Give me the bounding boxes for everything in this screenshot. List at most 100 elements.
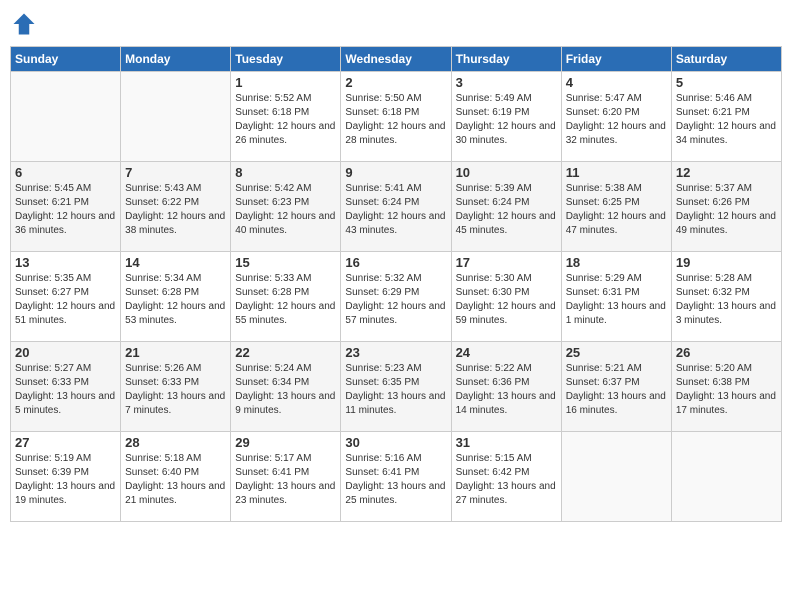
- day-number: 7: [125, 165, 226, 180]
- cell-content: Sunrise: 5:52 AM Sunset: 6:18 PM Dayligh…: [235, 92, 336, 148]
- calendar-cell: 5 Sunrise: 5:46 AM Sunset: 6:21 PM Daylig…: [671, 72, 781, 162]
- calendar-cell: 27 Sunrise: 5:19 AM Sunset: 6:39 PM Dayli…: [11, 432, 121, 522]
- calendar-cell: 28 Sunrise: 5:18 AM Sunset: 6:40 PM Dayli…: [121, 432, 231, 522]
- cell-content: Sunrise: 5:32 AM Sunset: 6:29 PM Dayligh…: [345, 272, 446, 328]
- calendar-cell: 13 Sunrise: 5:35 AM Sunset: 6:27 PM Dayli…: [11, 252, 121, 342]
- calendar-cell: 12 Sunrise: 5:37 AM Sunset: 6:26 PM Dayli…: [671, 162, 781, 252]
- day-number: 3: [456, 75, 557, 90]
- cell-content: Sunrise: 5:38 AM Sunset: 6:25 PM Dayligh…: [566, 182, 667, 238]
- week-row-5: 27 Sunrise: 5:19 AM Sunset: 6:39 PM Dayli…: [11, 432, 782, 522]
- cell-content: Sunrise: 5:45 AM Sunset: 6:21 PM Dayligh…: [15, 182, 116, 238]
- day-number: 25: [566, 345, 667, 360]
- cell-content: Sunrise: 5:34 AM Sunset: 6:28 PM Dayligh…: [125, 272, 226, 328]
- day-number: 13: [15, 255, 116, 270]
- day-header-friday: Friday: [561, 47, 671, 72]
- cell-content: Sunrise: 5:39 AM Sunset: 6:24 PM Dayligh…: [456, 182, 557, 238]
- calendar-cell: 20 Sunrise: 5:27 AM Sunset: 6:33 PM Dayli…: [11, 342, 121, 432]
- cell-content: Sunrise: 5:15 AM Sunset: 6:42 PM Dayligh…: [456, 452, 557, 508]
- day-number: 29: [235, 435, 336, 450]
- cell-content: Sunrise: 5:20 AM Sunset: 6:38 PM Dayligh…: [676, 362, 777, 418]
- calendar-cell: 3 Sunrise: 5:49 AM Sunset: 6:19 PM Daylig…: [451, 72, 561, 162]
- day-number: 5: [676, 75, 777, 90]
- calendar-cell: 8 Sunrise: 5:42 AM Sunset: 6:23 PM Daylig…: [231, 162, 341, 252]
- calendar-cell: [11, 72, 121, 162]
- day-header-saturday: Saturday: [671, 47, 781, 72]
- cell-content: Sunrise: 5:22 AM Sunset: 6:36 PM Dayligh…: [456, 362, 557, 418]
- calendar-cell: 29Sunrise: 5:17 AM Sunset: 6:41 PM Dayli…: [231, 432, 341, 522]
- week-row-1: 1Sunrise: 5:52 AM Sunset: 6:18 PM Daylig…: [11, 72, 782, 162]
- calendar-cell: 4 Sunrise: 5:47 AM Sunset: 6:20 PM Daylig…: [561, 72, 671, 162]
- week-row-2: 6Sunrise: 5:45 AM Sunset: 6:21 PM Daylig…: [11, 162, 782, 252]
- cell-content: Sunrise: 5:19 AM Sunset: 6:39 PM Dayligh…: [15, 452, 116, 508]
- day-header-tuesday: Tuesday: [231, 47, 341, 72]
- cell-content: Sunrise: 5:50 AM Sunset: 6:18 PM Dayligh…: [345, 92, 446, 148]
- calendar-cell: [671, 432, 781, 522]
- calendar-cell: [561, 432, 671, 522]
- day-number: 26: [676, 345, 777, 360]
- calendar-cell: 7 Sunrise: 5:43 AM Sunset: 6:22 PM Daylig…: [121, 162, 231, 252]
- cell-content: Sunrise: 5:29 AM Sunset: 6:31 PM Dayligh…: [566, 272, 667, 328]
- day-number: 9: [345, 165, 446, 180]
- cell-content: Sunrise: 5:35 AM Sunset: 6:27 PM Dayligh…: [15, 272, 116, 328]
- cell-content: Sunrise: 5:16 AM Sunset: 6:41 PM Dayligh…: [345, 452, 446, 508]
- day-number: 28: [125, 435, 226, 450]
- day-number: 2: [345, 75, 446, 90]
- day-number: 15: [235, 255, 336, 270]
- calendar-cell: 16 Sunrise: 5:32 AM Sunset: 6:29 PM Dayli…: [341, 252, 451, 342]
- day-number: 22: [235, 345, 336, 360]
- calendar-cell: 9 Sunrise: 5:41 AM Sunset: 6:24 PM Daylig…: [341, 162, 451, 252]
- cell-content: Sunrise: 5:43 AM Sunset: 6:22 PM Dayligh…: [125, 182, 226, 238]
- cell-content: Sunrise: 5:30 AM Sunset: 6:30 PM Dayligh…: [456, 272, 557, 328]
- day-number: 4: [566, 75, 667, 90]
- calendar-cell: 17 Sunrise: 5:30 AM Sunset: 6:30 PM Dayli…: [451, 252, 561, 342]
- calendar-cell: 19Sunrise: 5:28 AM Sunset: 6:32 PM Dayli…: [671, 252, 781, 342]
- cell-content: Sunrise: 5:24 AM Sunset: 6:34 PM Dayligh…: [235, 362, 336, 418]
- day-number: 19: [676, 255, 777, 270]
- day-number: 21: [125, 345, 226, 360]
- calendar-cell: 26 Sunrise: 5:20 AM Sunset: 6:38 PM Dayli…: [671, 342, 781, 432]
- cell-content: Sunrise: 5:18 AM Sunset: 6:40 PM Dayligh…: [125, 452, 226, 508]
- calendar-cell: 6Sunrise: 5:45 AM Sunset: 6:21 PM Daylig…: [11, 162, 121, 252]
- calendar-cell: 31 Sunrise: 5:15 AM Sunset: 6:42 PM Dayli…: [451, 432, 561, 522]
- day-header-thursday: Thursday: [451, 47, 561, 72]
- day-number: 30: [345, 435, 446, 450]
- day-headers-row: SundayMondayTuesdayWednesdayThursdayFrid…: [11, 47, 782, 72]
- cell-content: Sunrise: 5:49 AM Sunset: 6:19 PM Dayligh…: [456, 92, 557, 148]
- calendar-cell: 18 Sunrise: 5:29 AM Sunset: 6:31 PM Dayli…: [561, 252, 671, 342]
- week-row-3: 13 Sunrise: 5:35 AM Sunset: 6:27 PM Dayli…: [11, 252, 782, 342]
- day-number: 23: [345, 345, 446, 360]
- calendar-cell: 11Sunrise: 5:38 AM Sunset: 6:25 PM Dayli…: [561, 162, 671, 252]
- cell-content: Sunrise: 5:26 AM Sunset: 6:33 PM Dayligh…: [125, 362, 226, 418]
- cell-content: Sunrise: 5:23 AM Sunset: 6:35 PM Dayligh…: [345, 362, 446, 418]
- calendar-cell: 25Sunrise: 5:21 AM Sunset: 6:37 PM Dayli…: [561, 342, 671, 432]
- cell-content: Sunrise: 5:33 AM Sunset: 6:28 PM Dayligh…: [235, 272, 336, 328]
- day-number: 18: [566, 255, 667, 270]
- day-number: 8: [235, 165, 336, 180]
- day-header-wednesday: Wednesday: [341, 47, 451, 72]
- day-number: 16: [345, 255, 446, 270]
- day-number: 20: [15, 345, 116, 360]
- day-number: 31: [456, 435, 557, 450]
- day-number: 17: [456, 255, 557, 270]
- cell-content: Sunrise: 5:42 AM Sunset: 6:23 PM Dayligh…: [235, 182, 336, 238]
- calendar-cell: [121, 72, 231, 162]
- cell-content: Sunrise: 5:37 AM Sunset: 6:26 PM Dayligh…: [676, 182, 777, 238]
- day-number: 10: [456, 165, 557, 180]
- day-number: 27: [15, 435, 116, 450]
- calendar-cell: 10 Sunrise: 5:39 AM Sunset: 6:24 PM Dayli…: [451, 162, 561, 252]
- calendar-cell: 23 Sunrise: 5:23 AM Sunset: 6:35 PM Dayli…: [341, 342, 451, 432]
- week-row-4: 20 Sunrise: 5:27 AM Sunset: 6:33 PM Dayli…: [11, 342, 782, 432]
- day-number: 12: [676, 165, 777, 180]
- day-number: 14: [125, 255, 226, 270]
- calendar-cell: 21 Sunrise: 5:26 AM Sunset: 6:33 PM Dayli…: [121, 342, 231, 432]
- cell-content: Sunrise: 5:41 AM Sunset: 6:24 PM Dayligh…: [345, 182, 446, 238]
- cell-content: Sunrise: 5:46 AM Sunset: 6:21 PM Dayligh…: [676, 92, 777, 148]
- logo: [10, 10, 42, 38]
- day-header-monday: Monday: [121, 47, 231, 72]
- calendar-cell: 30 Sunrise: 5:16 AM Sunset: 6:41 PM Dayli…: [341, 432, 451, 522]
- cell-content: Sunrise: 5:47 AM Sunset: 6:20 PM Dayligh…: [566, 92, 667, 148]
- day-number: 24: [456, 345, 557, 360]
- cell-content: Sunrise: 5:27 AM Sunset: 6:33 PM Dayligh…: [15, 362, 116, 418]
- page-header: [10, 10, 782, 38]
- calendar-cell: 24 Sunrise: 5:22 AM Sunset: 6:36 PM Dayli…: [451, 342, 561, 432]
